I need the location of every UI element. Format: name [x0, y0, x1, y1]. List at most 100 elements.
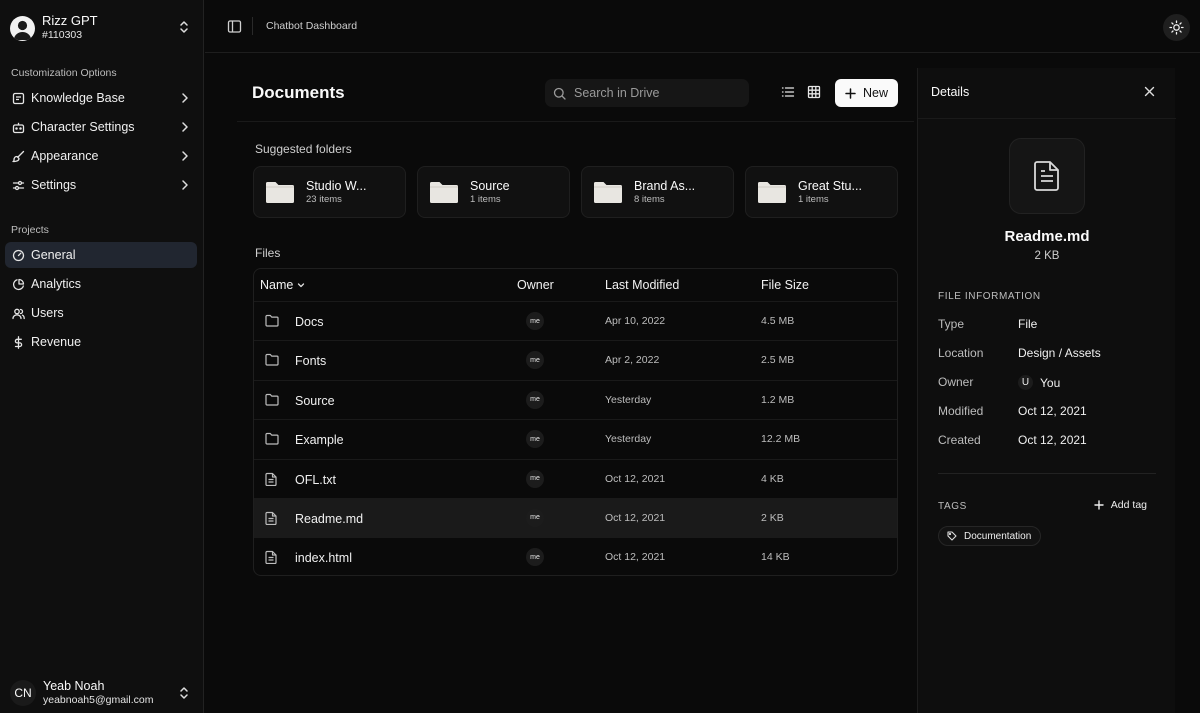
team-switcher[interactable]: Rizz GPT #110303: [10, 12, 196, 44]
chevrons-up-down-icon: [178, 20, 190, 34]
sidebar-item-character-settings[interactable]: Character Settings: [5, 114, 197, 140]
divider: [252, 17, 253, 35]
plus-icon: [845, 87, 856, 99]
info-key: Type: [938, 317, 965, 331]
folder-icon: [265, 393, 279, 406]
sidebar-item-users[interactable]: Users: [5, 300, 197, 326]
user-menu[interactable]: CN Yeab Noah yeabnoah5@gmail.com: [10, 678, 196, 708]
file-size: 12.2 MB: [761, 433, 801, 446]
chevron-right-icon: [181, 179, 189, 191]
sidebar-item-general[interactable]: General: [5, 242, 197, 268]
file-size: 2 KB: [761, 511, 784, 524]
folder-icon: [265, 353, 279, 366]
column-header-owner[interactable]: Owner: [517, 278, 554, 292]
table-row[interactable]: OFL.txt me Oct 12, 2021 4 KB: [254, 458, 897, 498]
folder-card[interactable]: Studio W... 23 items: [253, 166, 406, 218]
table-row[interactable]: index.html me Oct 12, 2021 14 KB: [254, 537, 897, 575]
info-value: Oct 12, 2021: [1018, 404, 1087, 418]
info-value: Design / Assets: [1018, 346, 1101, 360]
file-modified: Apr 10, 2022: [605, 315, 666, 327]
owner-avatar: me: [526, 508, 544, 527]
breadcrumb[interactable]: Chatbot Dashboard: [266, 20, 357, 32]
sidebar-item-settings[interactable]: Settings: [5, 172, 197, 198]
file-name: Fonts: [295, 354, 327, 369]
avatar: U: [1018, 375, 1033, 390]
file-name: Source: [295, 393, 335, 408]
owner-avatar: me: [526, 548, 544, 567]
file-text-icon: [265, 550, 278, 565]
section-label-projects: Projects: [11, 224, 49, 236]
file-name: Example: [295, 433, 344, 448]
sidebar-toggle-icon[interactable]: [227, 19, 242, 34]
sort-by-name[interactable]: Name: [260, 278, 305, 292]
add-tag-button[interactable]: Add tag: [1094, 499, 1147, 511]
close-icon[interactable]: [1144, 86, 1155, 97]
sidebar-item-knowledge-base[interactable]: Knowledge Base: [5, 85, 197, 111]
team-id: #110303: [42, 29, 83, 41]
details-panel: Details Readme.md 2 KB FILE INFORMATION …: [917, 68, 1176, 713]
table-row[interactable]: Fonts me Apr 2, 2022 2.5 MB: [254, 340, 897, 379]
folder-count: 23 items: [306, 194, 342, 205]
dollar-icon: [12, 335, 25, 349]
sidebar-item-label: Character Settings: [31, 120, 135, 134]
sidebar-item-analytics[interactable]: Analytics: [5, 271, 197, 297]
owner-avatar: me: [526, 469, 544, 488]
sidebar-item-appearance[interactable]: Appearance: [5, 143, 197, 169]
file-modified: Yesterday: [605, 393, 652, 406]
folder-card[interactable]: Great Stu... 1 items: [745, 166, 898, 218]
file-size: 4 KB: [761, 472, 784, 485]
folder-name: Great Stu...: [798, 179, 862, 193]
chevron-right-icon: [181, 150, 189, 162]
owner-avatar: me: [526, 312, 544, 330]
bot-icon: [12, 121, 25, 134]
file-modified: Oct 12, 2021: [605, 472, 666, 485]
divider: [918, 118, 1176, 119]
view-toggle: [777, 80, 825, 104]
table-row[interactable]: Example me Yesterday 12.2 MB: [254, 419, 897, 458]
sidebar-item-label: Revenue: [31, 335, 82, 349]
sidebar-item-label: Analytics: [31, 277, 82, 291]
pie-chart-icon: [12, 278, 25, 291]
section-label-customization: Customization Options: [11, 67, 117, 79]
search-box[interactable]: [545, 79, 749, 107]
info-key: Modified: [938, 404, 984, 418]
column-header-modified[interactable]: Last Modified: [605, 278, 679, 292]
tag-icon: [947, 531, 957, 541]
folder-card[interactable]: Brand As... 8 items: [581, 166, 734, 218]
file-modified: Oct 12, 2021: [605, 511, 666, 524]
file-name: index.html: [295, 551, 352, 566]
sidebar-item-revenue[interactable]: Revenue: [5, 329, 197, 355]
folder-icon: [593, 180, 623, 204]
details-title: Details: [931, 85, 970, 99]
file-modified: Yesterday: [605, 433, 652, 446]
search-input[interactable]: [574, 86, 734, 100]
owner-avatar: me: [526, 390, 544, 409]
table-row-selected[interactable]: Readme.md me Oct 12, 2021 2 KB: [254, 497, 897, 538]
tag-chip[interactable]: Documentation: [938, 526, 1042, 546]
team-name: Rizz GPT: [42, 13, 98, 28]
info-value: File: [1018, 317, 1038, 331]
search-icon: [553, 87, 566, 100]
column-header-size[interactable]: File Size: [761, 278, 809, 292]
file-text-icon: [265, 472, 278, 486]
chevrons-up-down-icon: [178, 686, 190, 700]
sidebar-item-label: General: [31, 248, 76, 262]
new-button-label: New: [862, 86, 888, 100]
table-row[interactable]: Docs me Apr 10, 2022 4.5 MB: [254, 301, 897, 340]
info-value: Oct 12, 2021: [1018, 433, 1087, 447]
folder-name: Brand As...: [634, 179, 696, 193]
table-row[interactable]: Source me Yesterday 1.2 MB: [254, 379, 897, 419]
theme-toggle-button[interactable]: [1163, 14, 1190, 41]
files-label: Files: [255, 246, 281, 260]
folder-card[interactable]: Source 1 items: [417, 166, 570, 218]
files-table: Name Owner Last Modified File Size Docs …: [253, 268, 898, 576]
folder-name: Studio W...: [306, 179, 367, 193]
folder-count: 1 items: [798, 194, 829, 205]
documents-panel: Documents New Suggested folders Studio W…: [237, 68, 914, 713]
column-header-name: Name: [260, 278, 294, 292]
grid-view-icon[interactable]: [807, 85, 821, 99]
sidebar-item-label: Knowledge Base: [31, 91, 125, 105]
new-button[interactable]: New: [835, 79, 898, 107]
list-view-icon[interactable]: [781, 85, 795, 99]
file-preview: [1009, 138, 1085, 214]
